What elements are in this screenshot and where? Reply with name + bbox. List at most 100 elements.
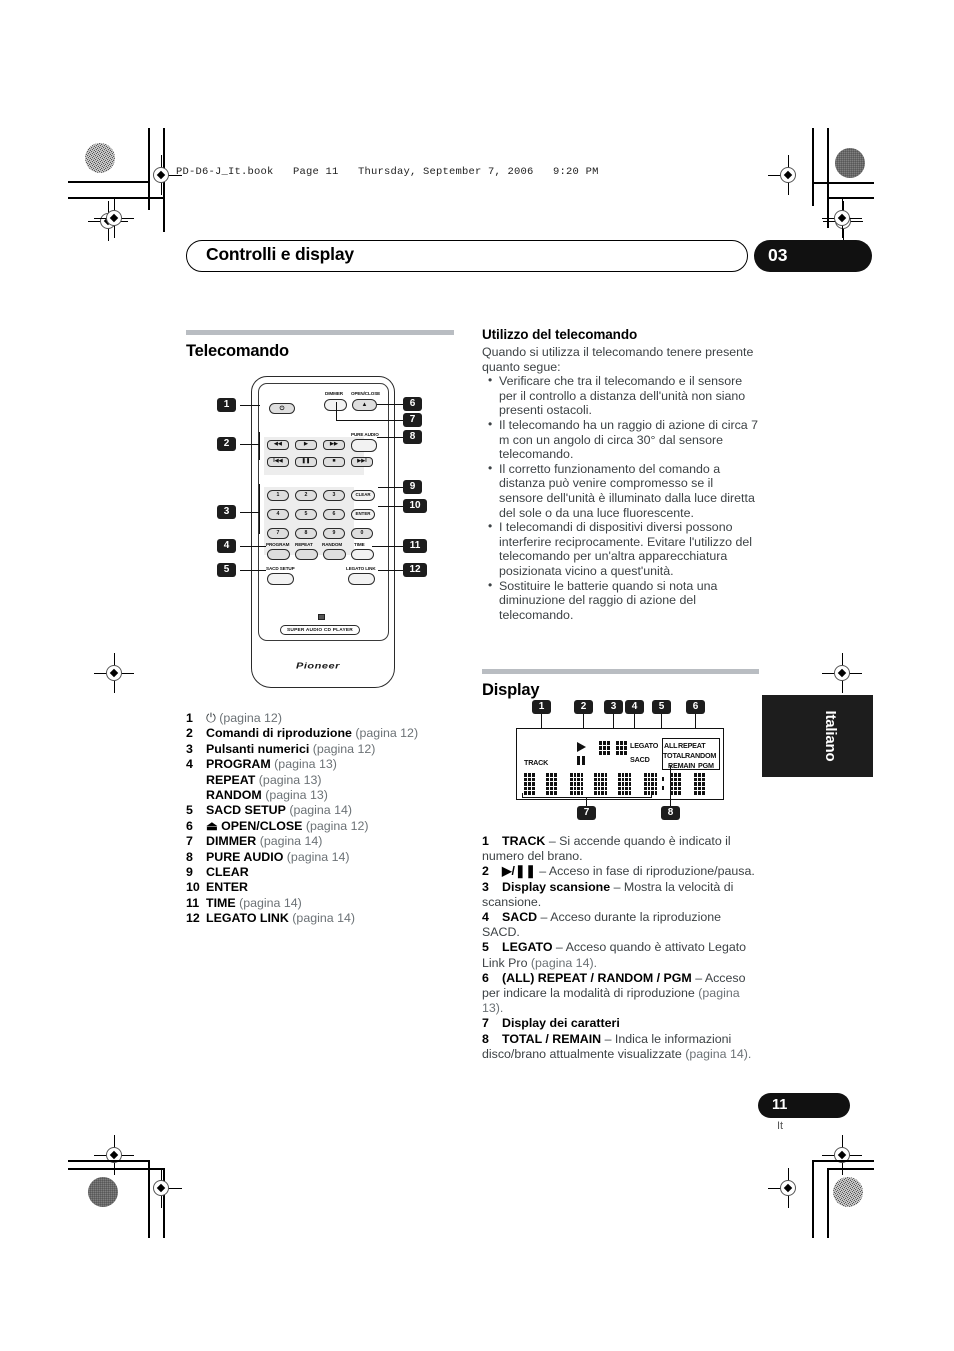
enter-button[interactable]: ENTER xyxy=(351,509,375,520)
legend-text: LEGATO LINK (pagina 14) xyxy=(206,911,355,926)
callout-10: 10 xyxy=(403,499,427,513)
crop-line xyxy=(812,128,814,206)
legend-page: (pagina 12) xyxy=(309,741,376,756)
legato-link-button[interactable] xyxy=(348,573,375,585)
legend-term: ⏻ xyxy=(206,711,216,725)
legend-term: ⏏ OPEN/CLOSE xyxy=(206,818,303,833)
play-button[interactable]: ▶ xyxy=(295,440,317,450)
open-close-label: OPEN/CLOSE xyxy=(351,391,381,396)
callout-6: 6 xyxy=(403,397,422,411)
registration-mark xyxy=(148,155,182,195)
callout-2: 2 xyxy=(217,437,236,451)
character-cell xyxy=(546,773,557,795)
pause-button[interactable]: ❚❚ xyxy=(295,457,317,467)
repeat-label: REPEAT xyxy=(295,542,313,547)
registration-mark xyxy=(768,1168,801,1208)
numeric-key-4[interactable]: 4 xyxy=(267,509,289,520)
crop-line xyxy=(68,1160,150,1162)
clear-button[interactable]: CLEAR xyxy=(351,490,375,501)
program-button[interactable] xyxy=(267,549,290,560)
enter-label: ENTER xyxy=(355,511,371,517)
power-button[interactable]: ⏻ xyxy=(269,403,295,414)
display-callout-6: 6 xyxy=(686,700,705,714)
callout-1: 1 xyxy=(217,398,236,412)
random-button[interactable] xyxy=(323,549,346,560)
repeat-button[interactable] xyxy=(295,549,318,560)
key-label: 8 xyxy=(304,529,308,536)
sacd-setup-button[interactable] xyxy=(267,573,294,585)
remote-body: ⏻ DIMMER OPEN/CLOSE ▲ ◀◀ ▶ ▶▶ PURE AUDIO… xyxy=(251,376,395,688)
stop-button[interactable]: ■ xyxy=(323,457,345,467)
chapter-number-pill: 03 xyxy=(754,240,872,272)
numeric-key-5[interactable]: 5 xyxy=(295,509,317,520)
callout-9: 9 xyxy=(403,480,422,494)
legend-term: LEGATO xyxy=(502,940,553,955)
legend-page: (pagina 14) xyxy=(289,803,353,818)
numeric-key-8[interactable]: 8 xyxy=(295,528,317,539)
next-track-button[interactable]: ▶▶I xyxy=(351,457,373,467)
leader-line xyxy=(240,405,260,407)
display-panel-diagram: 1 2 3 4 5 6 TRACK SACD LEGATO ALL REPEAT… xyxy=(482,700,759,828)
list-item: I telecomandi di dispositivi diversi pos… xyxy=(488,519,759,578)
legend-sep: – xyxy=(610,879,624,894)
legend-text: TIME (pagina 14) xyxy=(206,896,302,911)
legend-text: PURE AUDIO (pagina 14) xyxy=(206,850,349,865)
key-label: 3 xyxy=(332,491,336,498)
program-label: PROGRAM xyxy=(266,542,290,547)
numeric-key-1[interactable]: 1 xyxy=(267,490,289,501)
legend-row: 9 CLEAR xyxy=(186,865,468,880)
numeric-key-6[interactable]: 6 xyxy=(323,509,345,520)
stop-icon: ■ xyxy=(332,458,336,465)
key-label: 0 xyxy=(360,529,364,536)
page-number-pill: 11 xyxy=(758,1093,850,1118)
crop-line xyxy=(68,197,164,199)
previous-track-button[interactable]: I◀◀ xyxy=(267,457,289,467)
legend-num: 10 xyxy=(186,880,200,895)
time-button[interactable] xyxy=(351,549,374,560)
callout-3: 3 xyxy=(217,505,236,519)
legend-row: 2 ▶/❚❚ – Acceso in fase di riproduzione/p… xyxy=(482,864,762,879)
legend-term: SACD xyxy=(502,910,538,925)
halftone-dot-bottom-right xyxy=(833,1177,863,1207)
legend-num: 1 xyxy=(482,834,489,848)
page-number: 11 xyxy=(772,1097,788,1113)
list-item: Verificare che tra il telecomando e il s… xyxy=(488,373,759,418)
display-callout-8: 8 xyxy=(661,806,680,820)
scan-reverse-button[interactable]: ◀◀ xyxy=(267,440,289,450)
numeric-key-2[interactable]: 2 xyxy=(295,490,317,501)
leader-line xyxy=(240,444,260,446)
leader-line xyxy=(586,797,588,806)
super-audio-cd-player-pill: SUPER AUDIO CD PLAYER xyxy=(280,625,360,635)
legend-sep: – xyxy=(535,864,549,879)
halftone-dot-top-left xyxy=(85,143,115,173)
numeric-key-7[interactable]: 7 xyxy=(267,528,289,539)
leader-line xyxy=(377,404,403,406)
key-label: 6 xyxy=(332,510,336,517)
open-close-button[interactable]: ▲ xyxy=(352,399,377,411)
legend-page: (pagina 14). xyxy=(530,955,598,970)
scan-forward-button[interactable]: ▶▶ xyxy=(323,440,345,450)
legend-sep: – xyxy=(601,1031,615,1046)
scan-display-segment-b xyxy=(616,741,627,755)
character-cell xyxy=(694,773,705,795)
numeric-key-9[interactable]: 9 xyxy=(323,528,345,539)
legend-page: (pagina 14) xyxy=(286,849,350,864)
repeat-indicator-label: REPEAT xyxy=(678,741,706,750)
legend-page: (pagina 12) xyxy=(305,818,369,833)
leader-line xyxy=(613,714,615,729)
character-cell xyxy=(670,773,681,795)
legend-num: 3 xyxy=(186,741,193,756)
legend-sep: – xyxy=(691,970,705,985)
legend-num: 9 xyxy=(186,865,193,880)
numeric-key-3[interactable]: 3 xyxy=(323,490,345,501)
leader-line xyxy=(372,546,403,548)
pure-audio-button[interactable] xyxy=(351,439,377,452)
legend-page: (pagina 14) xyxy=(239,895,302,910)
key-label: 4 xyxy=(276,510,280,517)
legend-num: 12 xyxy=(186,911,200,926)
leader-line xyxy=(651,793,653,798)
callout-12: 12 xyxy=(403,563,427,577)
legend-num: 11 xyxy=(186,895,200,910)
leader-line xyxy=(240,512,260,514)
numeric-key-0[interactable]: 0 xyxy=(351,528,373,539)
